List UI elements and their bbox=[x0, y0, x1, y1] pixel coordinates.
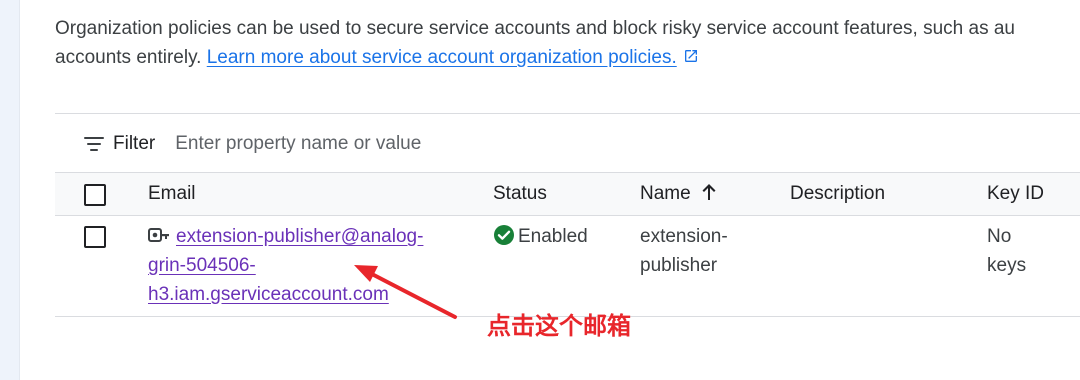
intro-line-1: Organization policies can be used to sec… bbox=[55, 18, 1016, 39]
row-checkbox[interactable] bbox=[84, 226, 106, 248]
check-circle-icon bbox=[494, 224, 514, 245]
email-line-1: extension-publisher@analog- bbox=[148, 222, 458, 251]
email-link-part-2[interactable]: grin-504506- bbox=[148, 255, 256, 276]
header-status[interactable]: Status bbox=[493, 173, 547, 215]
header-bottom-divider bbox=[55, 215, 1080, 216]
intro-line-2-text: accounts entirely. bbox=[55, 47, 202, 68]
key-line-2: keys bbox=[987, 255, 1027, 276]
left-nav-rail bbox=[0, 0, 20, 380]
header-email[interactable]: Email bbox=[148, 173, 196, 215]
status-text: Enabled bbox=[518, 226, 588, 247]
filter-bar: Filter bbox=[55, 116, 1080, 172]
annotation-label: 点击这个邮箱 bbox=[487, 312, 631, 340]
section-divider bbox=[55, 113, 1080, 114]
name-line-1: extension- bbox=[640, 226, 728, 247]
select-all-checkbox[interactable] bbox=[84, 184, 106, 206]
header-description[interactable]: Description bbox=[790, 173, 885, 215]
name-line-2: publisher bbox=[640, 255, 718, 276]
annotation-arrow-icon bbox=[354, 265, 457, 319]
filter-label[interactable]: Filter bbox=[113, 133, 155, 155]
learn-more-link[interactable]: Learn more about service account organiz… bbox=[207, 47, 677, 68]
learn-more-link-text: Learn more about service account organiz… bbox=[206, 47, 677, 68]
key-line-1: No bbox=[987, 226, 1012, 247]
service-account-key-icon bbox=[148, 227, 169, 242]
open-in-new-icon[interactable] bbox=[683, 48, 699, 64]
arrow-upward-icon[interactable] bbox=[701, 183, 717, 201]
status-cell: Enabled bbox=[494, 222, 588, 251]
filter-list-icon[interactable] bbox=[83, 133, 105, 155]
filter-input[interactable] bbox=[175, 133, 576, 155]
email-link-part-1[interactable]: extension-publisher@analog- bbox=[176, 226, 423, 247]
name-cell: extension- publisher bbox=[640, 222, 728, 280]
key-id-cell: No keys bbox=[987, 222, 1026, 280]
header-name[interactable]: Name bbox=[640, 173, 717, 215]
header-key-id[interactable]: Key ID bbox=[987, 173, 1044, 215]
header-name-label: Name bbox=[640, 183, 691, 204]
intro-description: Organization policies can be used to sec… bbox=[55, 14, 1080, 72]
intro-line-2: accounts entirely. Learn more about serv… bbox=[55, 43, 1080, 72]
table-header-row: Email Status Name Description Key ID bbox=[55, 173, 1080, 215]
